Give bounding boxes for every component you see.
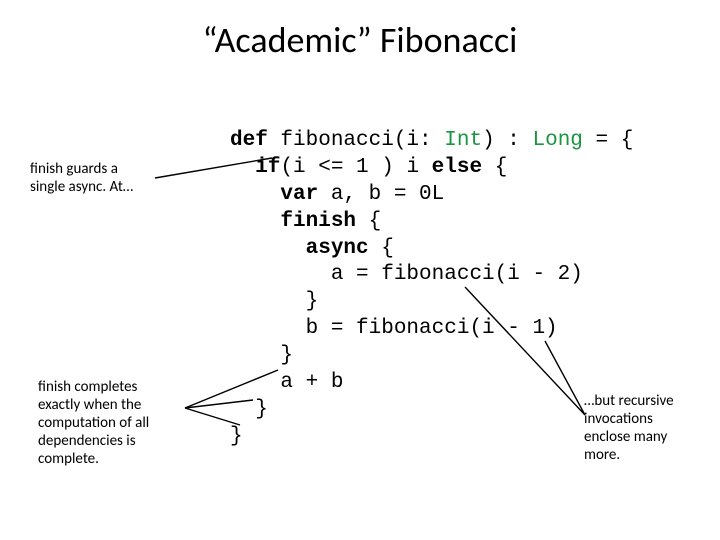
code-text: a, b = 0L (318, 183, 444, 206)
text: finish completes (38, 378, 137, 396)
code-text: a = fibonacci(i - 2) (230, 263, 583, 286)
code-text (230, 183, 280, 206)
code-text (230, 210, 280, 233)
kw-finish: finish (280, 210, 356, 233)
code-text: { (356, 210, 381, 233)
code-text: } (230, 398, 268, 421)
code-text (230, 156, 255, 179)
text: computation of all (38, 414, 149, 432)
text: finish guards a (30, 160, 118, 178)
kw-def: def (230, 129, 268, 152)
code-text: } (230, 425, 243, 448)
code-text: (i <= 1 ) i (280, 156, 431, 179)
slide-title: “Academic” Fibonacci (0, 0, 720, 62)
annotation-finish-guard: finish guards a single async. At… (30, 160, 170, 196)
type-int: Int (444, 129, 482, 152)
text: single async. At… (30, 178, 133, 196)
text: complete. (38, 450, 99, 468)
code-block: def fibonacci(i: Int) : Long = { if(i <=… (230, 128, 633, 451)
code-text: ) : (482, 129, 532, 152)
code-text: } (230, 290, 318, 313)
code-text: { (482, 156, 507, 179)
text: dependencies is (38, 432, 136, 450)
code-text (230, 237, 306, 260)
kw-else: else (432, 156, 482, 179)
code-text: a + b (230, 371, 343, 394)
type-long: Long (532, 129, 582, 152)
kw-if: if (255, 156, 280, 179)
text: exactly when the (38, 396, 141, 414)
kw-var: var (280, 183, 318, 206)
annotation-finish-completes: finish completes exactly when the comput… (38, 378, 188, 468)
code-text: fibonacci(i: (268, 129, 444, 152)
code-text: { (369, 237, 394, 260)
code-text: b = fibonacci(i - 1) (230, 317, 558, 340)
code-text: = { (583, 129, 633, 152)
code-text: } (230, 344, 293, 367)
kw-async: async (306, 237, 369, 260)
